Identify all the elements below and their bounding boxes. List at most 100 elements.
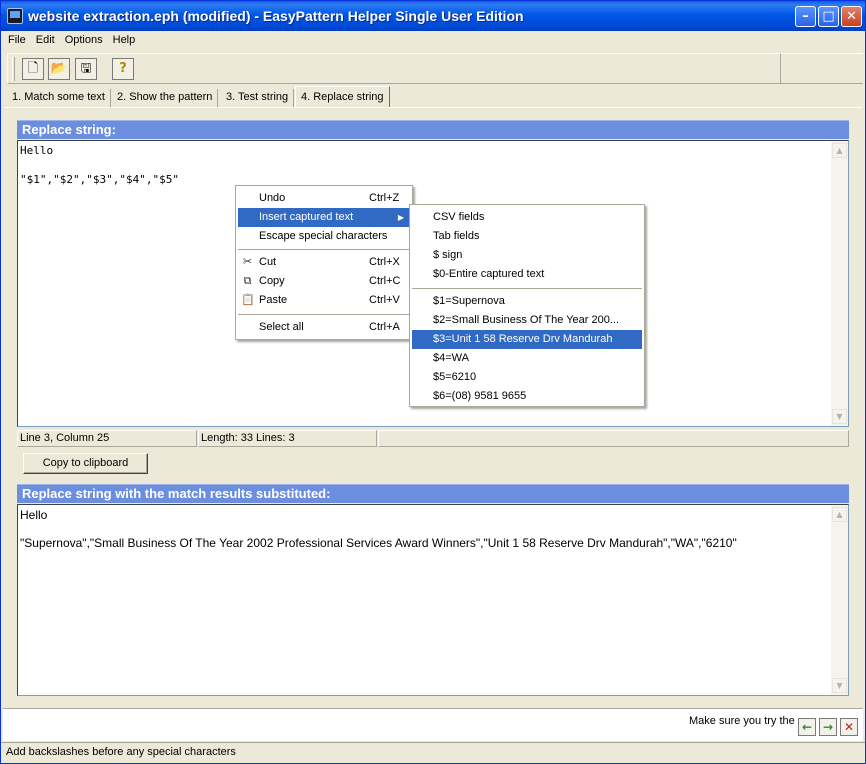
close-window-button[interactable]: ✕ [841,6,862,27]
menu-item-label: Undo [259,192,286,204]
app-window: website extraction.eph (modified) - Easy… [0,0,866,764]
menu-item-cut[interactable]: ✂ Cut Ctrl+X [238,253,410,272]
menu-item-label: Escape special characters [259,230,388,242]
menu-item-label: $5=6210 [433,371,477,383]
result-header: Replace string with the match results su… [17,484,849,503]
menu-item-label: Cut [259,256,277,268]
scroll-up-arrow-icon[interactable]: ▲ [832,507,847,522]
submenu-item-capture-6[interactable]: $6=(08) 9581 9655 [412,387,642,406]
toolbar-grip[interactable] [12,57,15,81]
menu-item-paste[interactable]: 📋 Paste Ctrl+V [238,291,410,310]
scroll-down-arrow-icon[interactable]: ▼ [832,409,847,424]
context-menu: Undo Ctrl+Z Insert captured text ▶ Escap… [235,185,413,340]
open-file-button[interactable]: 📂 [48,58,70,80]
captured-text-submenu: CSV fields Tab fields $ sign $0-Entire c… [409,204,645,407]
submenu-item-capture-2[interactable]: $2=Small Business Of The Year 200... [412,311,642,330]
menu-bar: File Edit Options Help [2,31,864,51]
new-file-button[interactable]: 🗋 [22,58,44,80]
menu-item-label: Paste [259,294,288,306]
menu-file[interactable]: File [2,31,30,46]
window-title: website extraction.eph (modified) - Easy… [28,8,524,24]
title-bar[interactable]: website extraction.eph (modified) - Easy… [1,1,865,31]
scroll-down-arrow-icon[interactable]: ▼ [832,678,847,693]
tour-hint: Make sure you try the [689,715,795,727]
submenu-item-capture-4[interactable]: $4=WA [412,349,642,368]
replace-string-header: Replace string: [17,120,849,139]
menu-item-label: $6=(08) 9581 9655 [433,390,527,402]
new-file-icon: 🗋 [27,61,39,76]
menu-item-label: $1=Supernova [433,295,505,307]
scissors-icon: ✂ [242,256,253,268]
save-file-button[interactable]: 🖫 [75,58,97,80]
menu-item-label: $3=Unit 1 58 Reserve Drv Mandurah [433,333,613,345]
submenu-item-capture-3[interactable]: $3=Unit 1 58 Reserve Drv Mandurah [412,330,642,349]
result-editor-scrollbar[interactable]: ▲ ▼ [831,505,848,695]
menu-item-shortcut: Ctrl+Z [369,192,400,204]
replace-string-text[interactable]: Hello "$1","$2","$3","$4","$5" [20,144,828,188]
clipboard-paste-icon: 📋 [241,294,255,306]
minimize-button[interactable]: – [795,6,816,27]
menu-item-label: $ sign [433,249,463,261]
menu-item-escape-special[interactable]: Escape special characters [238,227,410,246]
arrow-right-icon: → [822,720,834,734]
save-disk-icon: 🖫 [80,61,92,76]
maximize-button[interactable]: □ [818,6,839,27]
submenu-item-entire-capture[interactable]: $0-Entire captured text [412,265,642,284]
menu-item-shortcut: Ctrl+C [369,275,401,287]
result-line-3: "Supernova","Small Business Of The Year … [20,536,737,550]
close-tour-button[interactable]: ✕ [840,718,858,736]
maximize-icon: □ [822,9,835,24]
menu-item-shortcut: Ctrl+V [369,294,400,306]
toolbar-empty-band [781,53,863,84]
menu-item-undo[interactable]: Undo Ctrl+Z [238,189,410,208]
menu-options[interactable]: Options [59,31,107,46]
menu-item-label: $2=Small Business Of The Year 200... [433,314,619,326]
replace-line-3: "$1","$2","$3","$4","$5" [20,173,179,186]
cursor-position: Line 3, Column 25 [17,430,197,447]
result-line-1: Hello [20,508,48,522]
submenu-item-capture-5[interactable]: $5=6210 [412,368,642,387]
tab-test-string[interactable]: 3. Test string [221,89,295,108]
submenu-item-capture-1[interactable]: $1=Supernova [412,292,642,311]
menu-item-label: CSV fields [433,211,485,223]
menu-item-copy[interactable]: ⧉ Copy Ctrl+C [238,272,410,291]
status-bar: Add backslashes before any special chara… [1,742,865,763]
menu-help[interactable]: Help [107,31,140,46]
menu-separator [412,288,642,289]
help-question-icon: ? [119,61,127,76]
tab-replace-string[interactable]: 4. Replace string [295,86,390,108]
text-length: Length: 33 Lines: 3 [198,430,377,447]
menu-edit[interactable]: Edit [30,31,59,46]
submenu-arrow-icon: ▶ [397,213,404,222]
replace-line-1: Hello [20,144,54,157]
app-icon [7,8,23,24]
back-button[interactable]: ← [798,718,816,736]
tab-show-the-pattern[interactable]: 2. Show the pattern [112,89,219,108]
menu-item-insert-captured-text[interactable]: Insert captured text ▶ [238,208,410,227]
close-icon: ✕ [846,9,857,24]
scroll-up-arrow-icon[interactable]: ▲ [832,143,847,158]
menu-item-shortcut: Ctrl+X [369,256,400,268]
menu-item-label: Insert captured text [259,211,354,223]
menu-separator [238,249,410,250]
menu-item-label: Select all [259,321,304,333]
status-empty-cell [378,430,849,447]
forward-button[interactable]: → [819,718,837,736]
menu-item-label: $4=WA [433,352,469,364]
copy-to-clipboard-button[interactable]: Copy to clipboard [23,453,148,474]
result-editor[interactable]: Hello "Supernova","Small Business Of The … [17,504,849,696]
menu-item-label: Copy [259,275,285,287]
tab-match-some-text[interactable]: 1. Match some text [7,89,111,108]
help-button[interactable]: ? [112,58,134,80]
replace-editor-scrollbar[interactable]: ▲ ▼ [831,141,848,426]
editor-status-row: Line 3, Column 25 Length: 33 Lines: 3 [17,430,849,447]
menu-item-label: Tab fields [433,230,480,242]
menu-item-select-all[interactable]: Select all Ctrl+A [238,318,410,337]
minimize-icon: – [802,9,809,24]
toolbar: 🗋 📂 🖫 ? [7,53,781,84]
submenu-item-dollar-sign[interactable]: $ sign [412,246,642,265]
red-x-icon: ✕ [843,720,855,734]
result-text[interactable]: Hello "Supernova","Small Business Of The … [20,508,828,550]
submenu-item-csv-fields[interactable]: CSV fields [412,208,642,227]
submenu-item-tab-fields[interactable]: Tab fields [412,227,642,246]
